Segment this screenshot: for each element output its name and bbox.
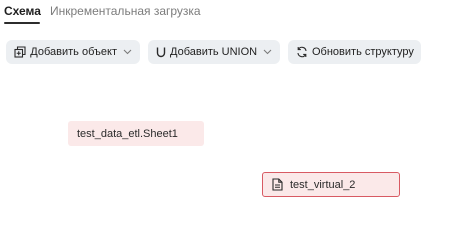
add-union-button[interactable]: Добавить UNION bbox=[148, 40, 280, 64]
add-union-label: Добавить UNION bbox=[170, 46, 258, 58]
union-icon bbox=[156, 45, 166, 59]
add-object-label: Добавить объект bbox=[30, 46, 117, 58]
refresh-structure-button[interactable]: Обновить структуру bbox=[288, 40, 421, 64]
node-label: test_data_etl.Sheet1 bbox=[77, 127, 178, 140]
add-object-button[interactable]: Добавить объект bbox=[6, 40, 140, 64]
chevron-down-icon bbox=[123, 47, 132, 57]
tab-incremental-load[interactable]: Инкрементальная загрузка bbox=[50, 3, 201, 19]
tab-schema[interactable]: Схема bbox=[4, 3, 41, 19]
canvas-node-virtual[interactable]: test_virtual_2 bbox=[262, 172, 400, 197]
active-tab-indicator bbox=[4, 22, 40, 24]
add-object-icon bbox=[14, 45, 26, 59]
refresh-structure-label: Обновить структуру bbox=[312, 46, 414, 58]
canvas-node-sheet1[interactable]: test_data_etl.Sheet1 bbox=[68, 121, 204, 146]
chevron-down-icon bbox=[263, 47, 272, 57]
document-icon bbox=[270, 178, 284, 192]
tab-bar: Схема Инкрементальная загрузка bbox=[0, 0, 474, 28]
refresh-icon bbox=[296, 45, 308, 59]
schema-editor: Схема Инкрементальная загрузка Добавить … bbox=[0, 0, 474, 244]
node-label: test_virtual_2 bbox=[290, 178, 356, 191]
